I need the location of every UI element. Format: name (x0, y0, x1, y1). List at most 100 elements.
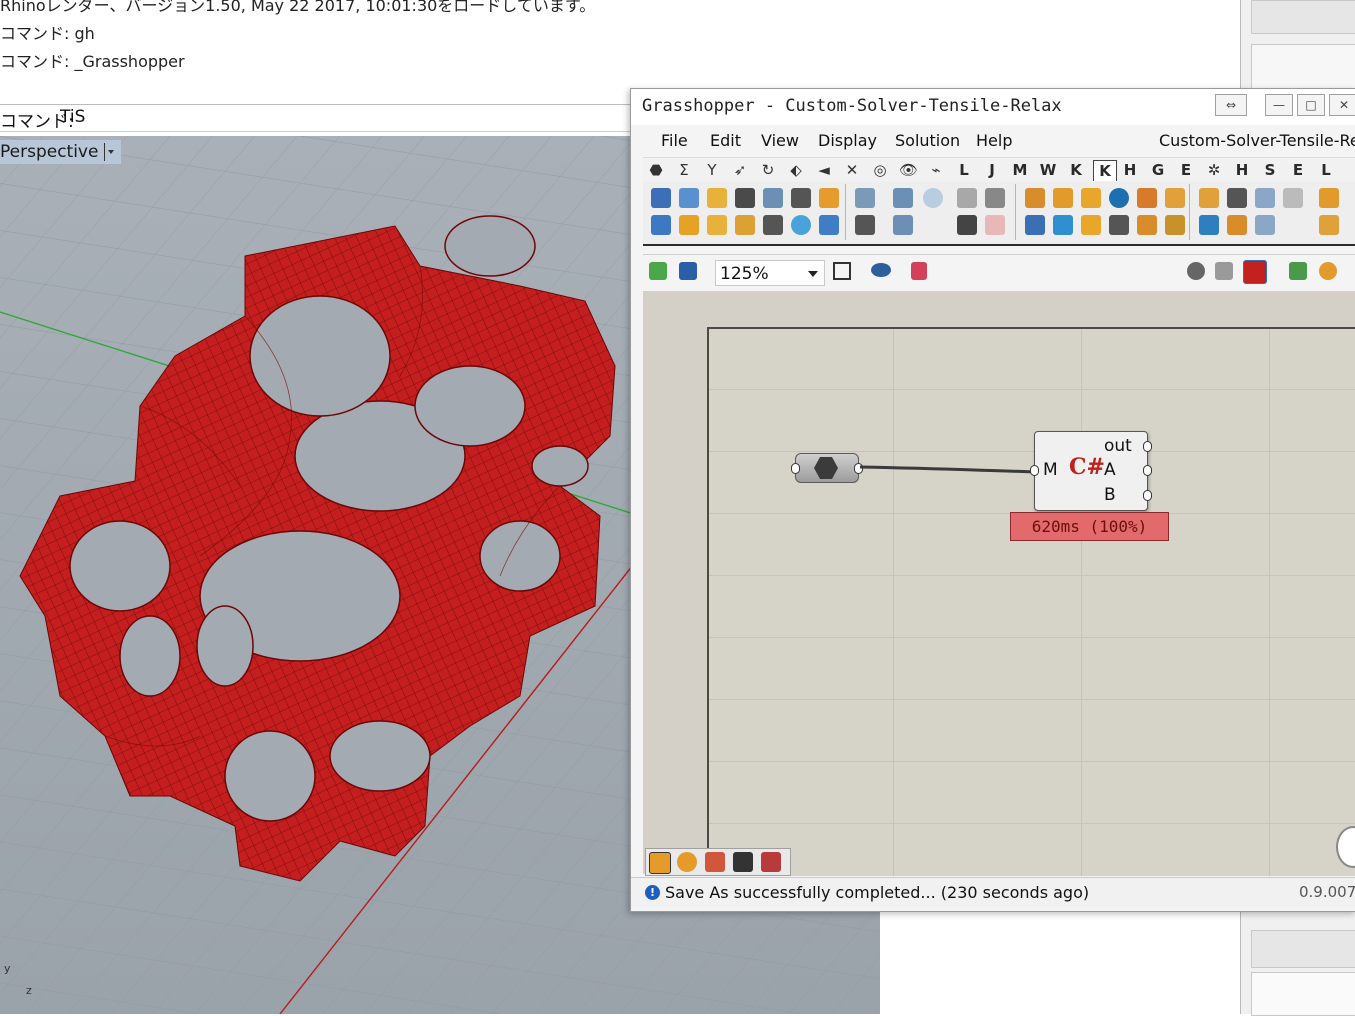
arc-force-icon[interactable] (679, 188, 699, 208)
tab-e[interactable]: E (1177, 160, 1195, 180)
tab-h2[interactable]: H (1233, 160, 1251, 180)
laplace-icon[interactable] (707, 215, 727, 235)
mesh-grid-icon[interactable] (1025, 188, 1045, 208)
mesh-frame-icon[interactable] (1137, 188, 1157, 208)
pin-icon[interactable] (791, 215, 811, 235)
mesh-sphere-icon[interactable] (1109, 188, 1129, 208)
pressure-icon[interactable] (707, 188, 727, 208)
tab-extra[interactable]: ⌁ (927, 160, 945, 180)
tab-k[interactable]: K (1067, 160, 1085, 180)
tab-e2[interactable]: E (1289, 160, 1307, 180)
planar-icon[interactable] (735, 215, 755, 235)
axis-icon[interactable] (893, 215, 913, 235)
menu-edit[interactable]: Edit (710, 131, 741, 150)
close-button[interactable]: ✕ (1329, 94, 1355, 116)
tab-w[interactable]: W (1039, 160, 1057, 180)
utility-frame-icon[interactable] (1255, 215, 1275, 235)
tab-curve[interactable]: ↻ (759, 160, 777, 180)
tab-vector[interactable]: ➶ (731, 160, 749, 180)
grid-force-icon[interactable] (763, 188, 783, 208)
tab-maths[interactable]: Σ (675, 160, 693, 180)
mesh-corner-icon[interactable] (1053, 188, 1073, 208)
grasshopper-window[interactable]: Grasshopper - Custom-Solver-Tensile-Rela… (630, 88, 1355, 912)
wireframe-preview-icon[interactable] (1215, 262, 1233, 280)
csharp-script-component[interactable]: M C# out A B (1030, 431, 1152, 511)
material-preview-icon[interactable] (1319, 262, 1337, 280)
selected-preview-icon[interactable] (1289, 262, 1307, 280)
tab-l[interactable]: L (955, 160, 973, 180)
grid-widget-icon[interactable] (761, 852, 781, 872)
tab-params[interactable]: ⬣ (647, 160, 665, 180)
mesh-param-node[interactable] (791, 453, 863, 483)
menu-display[interactable]: Display (818, 131, 877, 150)
mesh-leaf-icon[interactable] (1165, 188, 1185, 208)
vertex-icon[interactable] (791, 188, 811, 208)
menu-help[interactable]: Help (976, 131, 1012, 150)
tab-j[interactable]: J (983, 160, 1001, 180)
tab-l2[interactable]: L (1317, 160, 1335, 180)
sketch-pen-icon[interactable] (911, 262, 927, 280)
viewport-title-tab[interactable]: Perspective (0, 140, 122, 164)
utility-loft-icon[interactable] (1199, 188, 1219, 208)
mesh-weave-icon[interactable] (1165, 215, 1185, 235)
mesh-x-icon[interactable] (1109, 215, 1129, 235)
load-icon[interactable] (819, 188, 839, 208)
hinge-icon[interactable] (763, 215, 783, 235)
arrow-widget-icon[interactable] (733, 852, 753, 872)
sphere-widget-icon[interactable] (677, 852, 697, 872)
output-grip[interactable] (1143, 441, 1152, 452)
zoom-select[interactable]: 125% (715, 260, 825, 286)
tab-kangaroo[interactable]: K (1093, 160, 1117, 181)
shaded-preview-icon[interactable] (1243, 260, 1267, 284)
menu-solution[interactable]: Solution (895, 131, 960, 150)
tab-sets[interactable]: Y (703, 160, 721, 180)
window-titlebar[interactable]: Grasshopper - Custom-Solver-Tensile-Rela… (631, 89, 1355, 125)
command-line[interactable]: コマンド: TiS (0, 105, 640, 132)
input-grip[interactable] (1030, 465, 1039, 476)
minimize-button[interactable]: — (1265, 94, 1293, 116)
tab-gear[interactable]: ✲ (1205, 160, 1223, 180)
utility-fold-icon[interactable] (1227, 215, 1247, 235)
tab-transform[interactable]: ◎ (871, 160, 889, 180)
mesh-tile-icon[interactable] (1053, 215, 1073, 235)
zoom-extents-icon[interactable] (833, 262, 851, 280)
viewport-menu-icon[interactable] (104, 143, 115, 161)
save-file-icon[interactable] (679, 262, 697, 280)
maximize-button[interactable]: □ (1297, 94, 1325, 116)
input-grip[interactable] (791, 463, 800, 474)
output-grip[interactable] (1143, 490, 1152, 501)
preview-eye-icon[interactable] (871, 263, 891, 277)
open-file-icon[interactable] (649, 262, 667, 280)
tab-s[interactable]: S (1261, 160, 1279, 180)
utility-dots-icon[interactable] (1283, 188, 1303, 208)
mesh-pattern-icon[interactable] (1081, 215, 1101, 235)
tab-m[interactable]: M (1011, 160, 1029, 180)
counter-icon[interactable] (957, 188, 977, 208)
unary-icon[interactable] (651, 215, 671, 235)
tab-surface[interactable]: ⬖ (787, 160, 805, 180)
preview-mode-icon[interactable] (1187, 262, 1205, 280)
canvas-area[interactable] (643, 291, 1355, 876)
film-icon[interactable] (985, 188, 1005, 208)
utility-shape-icon[interactable] (1319, 215, 1339, 235)
tab-g[interactable]: G (1149, 160, 1167, 180)
mesh-brush-icon[interactable] (1025, 215, 1045, 235)
anchor-icon[interactable] (893, 188, 913, 208)
menu-file[interactable]: File (661, 131, 688, 150)
collide-icon[interactable] (679, 215, 699, 235)
runner-icon[interactable] (855, 215, 875, 235)
tab-h[interactable]: H (1121, 160, 1139, 180)
utility-arrow-icon[interactable] (1255, 188, 1275, 208)
utility-plane-icon[interactable] (1319, 188, 1339, 208)
angle-icon[interactable] (735, 188, 755, 208)
tools-icon[interactable] (957, 215, 977, 235)
tab-intersect[interactable]: ✕ (843, 160, 861, 180)
fireworks-widget-icon[interactable] (705, 852, 725, 872)
restore-canvas-icon[interactable]: ⇔ (1215, 94, 1247, 116)
target-icon[interactable] (923, 188, 943, 208)
menu-view[interactable]: View (761, 131, 799, 150)
mesh-split-icon[interactable] (1137, 215, 1157, 235)
refresh-icon[interactable] (819, 215, 839, 235)
kangaroo-icon[interactable] (855, 188, 875, 208)
utility-star-icon[interactable] (1199, 215, 1219, 235)
